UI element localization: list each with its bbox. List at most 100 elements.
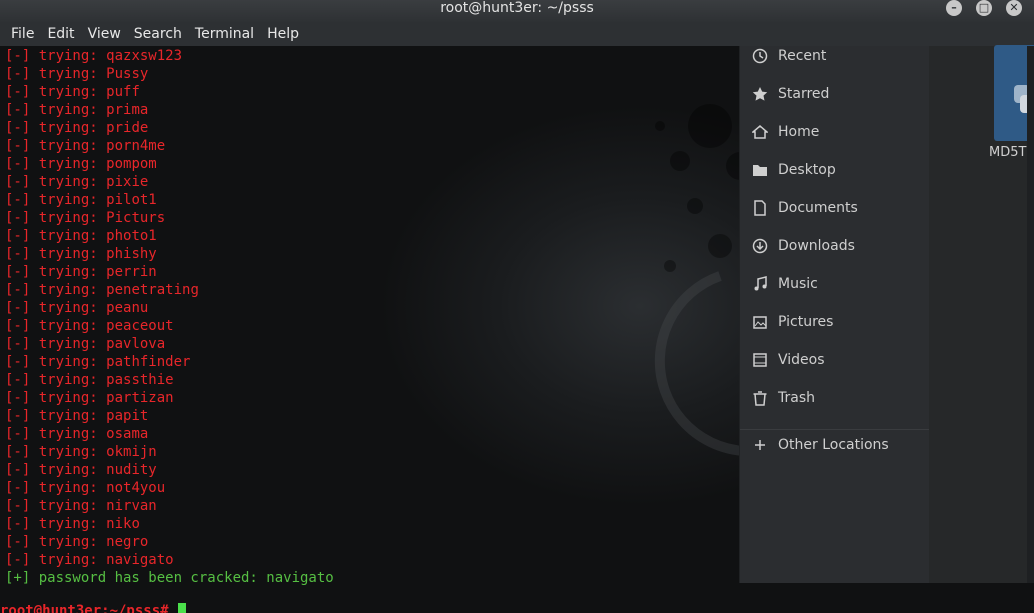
trash-icon — [750, 389, 770, 407]
trying-prefix: [-] trying: — [5, 354, 107, 370]
terminal-line: [-] trying: Picturs — [5, 209, 334, 227]
trying-prefix: [-] trying: — [5, 516, 107, 532]
tried-password: pilot1 — [106, 192, 157, 208]
prompt-text: root@hunt3er:~/psss# — [0, 603, 178, 613]
trying-prefix: [-] trying: — [5, 264, 107, 280]
tried-password: pride — [106, 120, 149, 136]
tried-password: pathfinder — [106, 354, 191, 370]
trying-prefix: [-] trying: — [5, 174, 107, 190]
trying-prefix: [-] trying: — [5, 66, 107, 82]
text-cursor — [178, 603, 187, 613]
terminal-line: [-] trying: porn4me — [5, 137, 334, 155]
terminal-prompt[interactable]: root@hunt3er:~/psss# — [0, 602, 187, 613]
trying-prefix: [-] trying: — [5, 102, 107, 118]
tried-password: perrin — [106, 264, 157, 280]
sidebar-item-videos[interactable]: Videos — [750, 350, 825, 370]
tried-password: not4you — [106, 480, 166, 496]
trying-prefix: [-] trying: — [5, 48, 107, 64]
menu-edit[interactable]: Edit — [36, 22, 74, 46]
menu-view[interactable]: View — [77, 22, 121, 46]
terminal-line: [-] trying: okmijn — [5, 443, 334, 461]
trying-prefix: [-] trying: — [5, 372, 107, 388]
sidebar-item-starred[interactable]: Starred — [750, 84, 829, 104]
trying-prefix: [-] trying: — [5, 444, 107, 460]
sidebar-item-recent[interactable]: Recent — [750, 46, 826, 66]
tried-password: nirvan — [106, 498, 157, 514]
trying-prefix: [-] trying: — [5, 552, 107, 568]
terminal-line: [-] trying: peanu — [5, 299, 334, 317]
terminal-output: [-] trying: qazxsw123 [-] trying: Pussy [-… — [5, 47, 334, 587]
tried-password: partizan — [106, 390, 174, 406]
terminal-line: [-] trying: penetrating — [5, 281, 334, 299]
tried-password: penetrating — [106, 282, 199, 298]
sidebar-item-home[interactable]: Home — [750, 122, 819, 142]
sidebar-item-label: Recent — [778, 48, 827, 64]
plus-icon — [750, 436, 770, 454]
pictures-icon — [750, 313, 770, 331]
tried-password: peaceout — [106, 318, 174, 334]
sidebar-item-label: Starred — [778, 86, 830, 102]
menu-terminal[interactable]: Terminal — [184, 22, 254, 46]
menu-help[interactable]: Help — [256, 22, 299, 46]
terminal-line: [-] trying: prima — [5, 101, 334, 119]
window-titlebar[interactable]: root@hunt3er: ~/psss – □ ✕ — [0, 0, 1034, 22]
star-icon — [750, 85, 770, 103]
sidebar-item-trash[interactable]: Trash — [750, 388, 815, 408]
folder-icon — [750, 161, 770, 179]
terminal-line: [-] trying: papit — [5, 407, 334, 425]
clock-icon — [750, 47, 770, 65]
tried-password: pavlova — [106, 336, 166, 352]
tried-password: niko — [106, 516, 140, 532]
trying-prefix: [-] trying: — [5, 192, 107, 208]
terminal-line: [-] trying: pilot1 — [5, 191, 334, 209]
tried-password: negro — [106, 534, 149, 550]
maximize-icon[interactable]: □ — [976, 0, 992, 16]
sidebar-item-documents[interactable]: Documents — [750, 198, 858, 218]
tried-password: osama — [106, 426, 149, 442]
minimize-icon[interactable]: – — [946, 0, 962, 16]
terminal-line: [-] trying: pride — [5, 119, 334, 137]
tried-password: passthie — [106, 372, 174, 388]
home-icon — [750, 123, 770, 141]
sidebar-item-pictures[interactable]: Pictures — [750, 312, 833, 332]
tried-password: prima — [106, 102, 149, 118]
terminal-line: [-] trying: Pussy — [5, 65, 334, 83]
sidebar-item-label: Music — [778, 276, 818, 292]
trying-prefix: [-] trying: — [5, 228, 107, 244]
menu-file[interactable]: File — [0, 22, 34, 46]
terminal-line: [-] trying: negro — [5, 533, 334, 551]
sidebar-item-other-locations[interactable]: Other Locations — [750, 435, 889, 455]
tried-password: navigato — [106, 552, 174, 568]
tried-password: porn4me — [106, 138, 166, 154]
terminal-line: [-] trying: partizan — [5, 389, 334, 407]
sidebar-item-label: Home — [778, 124, 820, 140]
terminal-line: [-] trying: puff — [5, 83, 334, 101]
trying-prefix: [-] trying: — [5, 246, 107, 262]
tried-password: puff — [106, 84, 140, 100]
menu-search[interactable]: Search — [123, 22, 182, 46]
sidebar-item-label: Downloads — [778, 238, 855, 254]
trying-prefix: [-] trying: — [5, 480, 107, 496]
trying-prefix: [-] trying: — [5, 120, 107, 136]
trying-prefix: [-] trying: — [5, 156, 107, 172]
sidebar-item-desktop[interactable]: Desktop — [750, 160, 836, 180]
sidebar-item-downloads[interactable]: Downloads — [750, 236, 855, 256]
download-icon — [750, 237, 770, 255]
terminal-line: [-] trying: nudity — [5, 461, 334, 479]
sidebar-item-label: Other Locations — [778, 437, 889, 453]
tried-password: photo1 — [106, 228, 157, 244]
scrollbar[interactable] — [1027, 46, 1034, 583]
tried-password: Picturs — [106, 210, 166, 226]
sidebar-item-label: Videos — [778, 352, 825, 368]
trying-prefix: [-] trying: — [5, 408, 107, 424]
sidebar-item-music[interactable]: Music — [750, 274, 818, 294]
sidebar-item-label: Trash — [778, 390, 815, 406]
tried-password: nudity — [106, 462, 157, 478]
close-icon[interactable]: ✕ — [1006, 0, 1022, 16]
music-icon — [750, 275, 770, 293]
window-title: root@hunt3er: ~/psss — [440, 0, 594, 16]
terminal-line: [-] trying: phishy — [5, 245, 334, 263]
menu-bar: File Edit View Search Terminal Help — [0, 22, 1034, 47]
trying-prefix: [-] trying: — [5, 210, 107, 226]
trying-prefix: [-] trying: — [5, 138, 107, 154]
